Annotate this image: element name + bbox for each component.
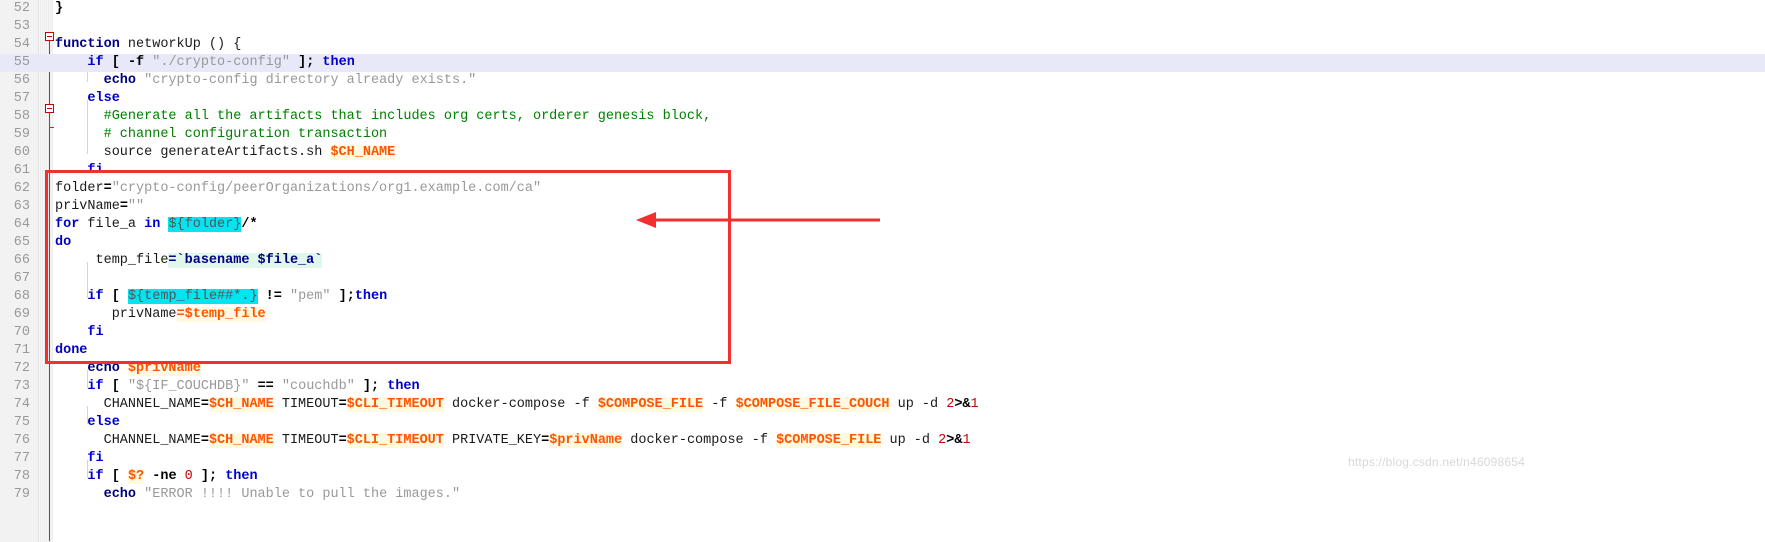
code-line[interactable]: 65 do <box>0 234 1765 252</box>
code-line[interactable]: 61 fi <box>0 162 1765 180</box>
watermark-text: https://blog.csdn.net/n46098654 <box>1348 455 1526 469</box>
code-line[interactable]: 75 else <box>0 414 1765 432</box>
line-number: 62 <box>13 181 30 196</box>
code-line[interactable]: 76 CHANNEL_NAME=$CH_NAME TIMEOUT=$CLI_TI… <box>0 432 1765 450</box>
code-line[interactable]: 78 if [ $? -ne 0 ]; then <box>0 468 1765 486</box>
code-line[interactable]: 60 source generateArtifacts.sh $CH_NAME <box>0 144 1765 162</box>
code-line[interactable]: 55 if [ -f "./crypto-config" ]; then <box>0 54 1765 72</box>
line-number: 79 <box>13 487 30 502</box>
code-line-text[interactable]: echo "crypto-config directory already ex… <box>55 72 477 90</box>
line-number: 68 <box>13 289 30 304</box>
line-number: 73 <box>13 379 30 394</box>
line-number: 56 <box>13 73 30 88</box>
code-line[interactable]: 73 if [ "${IF_COUCHDB}" == "couchdb" ]; … <box>0 378 1765 396</box>
code-line-text[interactable]: folder="crypto-config/peerOrganizations/… <box>55 180 541 198</box>
code-line-text[interactable]: if [ -f "./crypto-config" ]; then <box>55 54 354 72</box>
code-line-text[interactable]: fi <box>55 162 103 180</box>
line-number: 71 <box>13 343 30 358</box>
code-line-text[interactable]: } <box>55 0 63 18</box>
code-line-text[interactable]: #Generate all the artifacts that include… <box>55 108 712 126</box>
line-number: 69 <box>13 307 30 322</box>
line-number: 74 <box>13 397 30 412</box>
code-line-text[interactable]: for file_a in ${folder}/* <box>55 216 258 234</box>
code-line-text[interactable]: CHANNEL_NAME=$CH_NAME TIMEOUT=$CLI_TIMEO… <box>55 432 971 450</box>
line-number: 67 <box>13 271 30 286</box>
line-number: 70 <box>13 325 30 340</box>
line-number: 60 <box>13 145 30 160</box>
line-number: 52 <box>13 1 30 16</box>
line-number: 78 <box>13 469 30 484</box>
line-number: 64 <box>13 217 30 232</box>
code-line-text[interactable]: privName="" <box>55 198 144 216</box>
code-line-text[interactable]: temp_file=`basename $file_a` <box>55 252 323 270</box>
code-line-text[interactable]: do <box>55 234 71 252</box>
code-line-text[interactable]: if [ $? -ne 0 ]; then <box>55 468 258 486</box>
code-line[interactable]: 70 fi <box>0 324 1765 342</box>
code-line-text[interactable]: else <box>55 414 119 432</box>
code-line[interactable]: 74 CHANNEL_NAME=$CH_NAME TIMEOUT=$CLI_TI… <box>0 396 1765 414</box>
line-number: 57 <box>13 91 30 106</box>
line-number: 61 <box>13 163 30 178</box>
code-line[interactable]: 79 echo "ERROR !!!! Unable to pull the i… <box>0 486 1765 504</box>
code-editor[interactable]: 52} 53 54 function networkUp () {55 if [ -f… <box>0 0 1765 542</box>
code-line-text[interactable]: fi <box>55 450 103 468</box>
code-line[interactable]: 58 #Generate all the artifacts that incl… <box>0 108 1765 126</box>
line-number: 55 <box>13 55 30 70</box>
code-line[interactable]: 57 else <box>0 90 1765 108</box>
code-line[interactable]: 59 # channel configuration transaction <box>0 126 1765 144</box>
line-number: 53 <box>13 19 30 34</box>
code-line-text[interactable]: echo $privName <box>55 360 201 378</box>
code-line[interactable]: 54 function networkUp () { <box>0 36 1765 54</box>
code-line-text[interactable]: else <box>55 90 119 108</box>
line-number: 65 <box>13 235 30 250</box>
code-line-text[interactable]: CHANNEL_NAME=$CH_NAME TIMEOUT=$CLI_TIMEO… <box>55 396 979 414</box>
code-line[interactable]: 71 done <box>0 342 1765 360</box>
code-line-text[interactable]: if [ "${IF_COUCHDB}" == "couchdb" ]; the… <box>55 378 419 396</box>
line-number: 54 <box>13 37 30 52</box>
code-line[interactable]: 64 for file_a in ${folder}/* <box>0 216 1765 234</box>
code-line-text[interactable]: privName=$temp_file <box>55 306 266 324</box>
line-number: 58 <box>13 109 30 124</box>
line-number: 76 <box>13 433 30 448</box>
code-line-text[interactable]: source generateArtifacts.sh $CH_NAME <box>55 144 396 162</box>
code-line-text[interactable]: echo "ERROR !!!! Unable to pull the imag… <box>55 486 460 504</box>
line-number: 59 <box>13 127 30 142</box>
code-line[interactable]: 68 if [ ${temp_file##*.} != "pem" ];then <box>0 288 1765 306</box>
line-number: 72 <box>13 361 30 376</box>
code-line[interactable]: 66 temp_file=`basename $file_a` <box>0 252 1765 270</box>
code-line-text[interactable]: fi <box>55 324 103 342</box>
code-line[interactable]: 67 <box>0 270 1765 288</box>
code-line[interactable]: 72 echo $privName <box>0 360 1765 378</box>
code-line[interactable]: 53 <box>0 18 1765 36</box>
line-number: 63 <box>13 199 30 214</box>
code-line[interactable]: 56 echo "crypto-config directory already… <box>0 72 1765 90</box>
code-line-text[interactable]: # channel configuration transaction <box>55 126 388 144</box>
code-line-text[interactable]: function networkUp () { <box>55 36 241 54</box>
code-line-text[interactable]: if [ ${temp_file##*.} != "pem" ];then <box>55 288 387 306</box>
code-line[interactable]: 62 folder="crypto-config/peerOrganization… <box>0 180 1765 198</box>
code-line[interactable]: 63 privName="" <box>0 198 1765 216</box>
line-number: 66 <box>13 253 30 268</box>
line-number: 75 <box>13 415 30 430</box>
code-line-text[interactable]: done <box>55 342 87 360</box>
code-line[interactable]: 52} <box>0 0 1765 18</box>
line-number: 77 <box>13 451 30 466</box>
code-line[interactable]: 69 privName=$temp_file <box>0 306 1765 324</box>
